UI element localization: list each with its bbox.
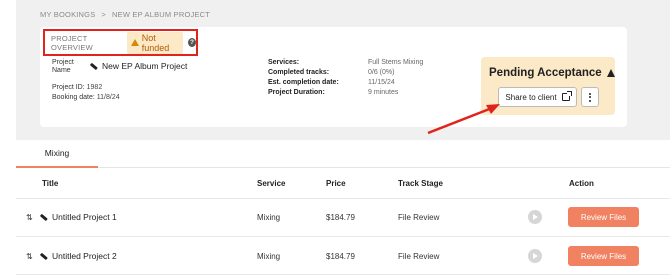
row-price: $184.79 [326, 252, 355, 261]
warning-icon [606, 69, 615, 77]
row-price: $184.79 [326, 213, 355, 222]
booking-date-label: Booking date: [52, 94, 95, 101]
more-options-button[interactable] [581, 87, 599, 107]
booking-date-value: 11/8/24 [96, 94, 120, 101]
more-vertical-icon [589, 92, 591, 95]
project-overview-highlight: PROJECT OVERVIEW Not funded ? [43, 29, 198, 56]
breadcrumb-separator: > [101, 10, 107, 19]
tab-bar: Mixing [16, 140, 670, 168]
review-files-button[interactable]: Review Files [568, 246, 639, 266]
play-icon[interactable] [528, 249, 542, 263]
row-divider [16, 274, 670, 275]
column-header-price: Price [326, 179, 346, 188]
completed-tracks-value: 0/6 (0%) [368, 69, 395, 76]
project-id-label: Project ID: [52, 84, 85, 91]
column-header-track-stage: Track Stage [398, 179, 443, 188]
breadcrumb-my-bookings[interactable]: MY BOOKINGS [40, 10, 95, 19]
project-duration-label: Project Duration: [268, 89, 325, 96]
not-funded-text: Not funded [141, 32, 170, 53]
pencil-icon [40, 252, 48, 260]
row-title[interactable]: Untitled Project 2 [40, 251, 117, 261]
play-icon[interactable] [528, 210, 542, 224]
completed-tracks-label: Completed tracks: [268, 69, 330, 76]
warning-icon [130, 39, 139, 46]
booking-date: Booking date: 11/8/24 [52, 94, 120, 101]
project-duration-value: 9 minutes [368, 89, 399, 96]
row-title[interactable]: Untitled Project 1 [40, 212, 117, 222]
project-id-value: 1982 [86, 84, 103, 91]
column-header-action: Action [569, 179, 594, 188]
project-name-label: Project Name [52, 59, 74, 74]
pencil-icon [90, 62, 98, 70]
sort-arrows-icon[interactable]: ⇅ [26, 252, 33, 261]
annotation-arrow [427, 104, 500, 135]
column-header-service: Service [257, 179, 286, 188]
sort-arrows-icon[interactable]: ⇅ [26, 213, 33, 222]
row-service: Mixing [257, 252, 281, 261]
services-value: Full Stems Mixing [368, 59, 424, 66]
row-track-stage: File Review [398, 252, 440, 261]
project-id: Project ID: 1982 [52, 84, 102, 91]
pending-acceptance-title: Pending Acceptance [489, 67, 615, 79]
help-icon[interactable]: ? [188, 38, 196, 47]
project-name-text: New EP Album Project [102, 61, 188, 71]
project-overview-label: PROJECT OVERVIEW [51, 33, 93, 52]
pencil-icon [40, 213, 48, 221]
est-completion-label: Est. completion date: [268, 79, 339, 86]
breadcrumb-current-project: NEW EP ALBUM PROJECT [112, 10, 211, 19]
share-to-client-label: Share to client [505, 92, 557, 102]
breadcrumb: MY BOOKINGS > NEW EP ALBUM PROJECT [40, 10, 210, 19]
not-funded-badge: Not funded [126, 31, 184, 54]
tab-mixing[interactable]: Mixing [16, 140, 98, 168]
annotation-arrow-line [427, 106, 493, 135]
column-header-title: Title [42, 179, 59, 188]
row-divider [16, 236, 670, 237]
services-label: Services: [268, 59, 300, 66]
est-completion-value: 11/15/24 [368, 79, 395, 86]
share-external-icon [561, 91, 572, 101]
row-track-stage: File Review [398, 213, 440, 222]
project-name[interactable]: New EP Album Project [90, 61, 187, 71]
review-files-button[interactable]: Review Files [568, 207, 639, 227]
row-divider [16, 198, 670, 199]
row-service: Mixing [257, 213, 281, 222]
